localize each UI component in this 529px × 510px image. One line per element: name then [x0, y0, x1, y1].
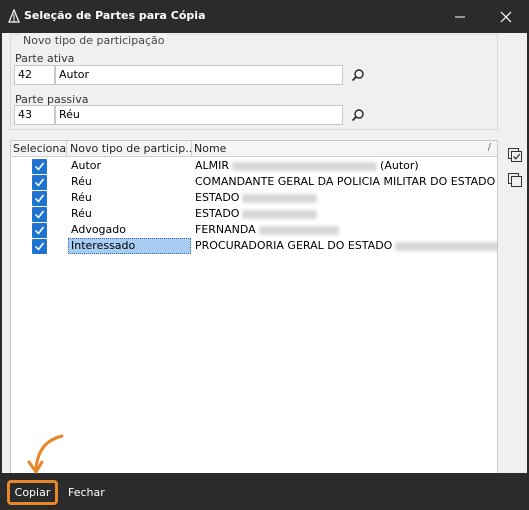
close-icon — [500, 11, 512, 22]
check-all-icon — [508, 148, 522, 162]
row-tipo-selected[interactable]: Interessado — [68, 238, 191, 254]
row-nome-cell[interactable]: PROCURADORIA GERAL DO ESTADO — [192, 238, 497, 254]
dialog-body: Novo tipo de participação Parte ativa 42… — [2, 33, 527, 475]
checkmark-icon — [34, 226, 45, 235]
row-tipo[interactable]: Réu — [68, 174, 95, 190]
row-nome: ALMIR — [195, 159, 230, 172]
bottom-toolbar: Copiar Fechar — [0, 473, 529, 510]
row-nome-suffix: (Autor) — [380, 159, 419, 172]
checkmark-icon — [34, 242, 45, 251]
minimize-icon — [455, 16, 465, 17]
column-header-nome-label: Nome — [194, 142, 227, 155]
window-title: Seleção de Partes para Cópia — [24, 9, 206, 22]
parte-passiva-name-field[interactable]: Réu — [55, 105, 343, 125]
check-all-button[interactable] — [505, 145, 525, 165]
redacted-text — [242, 193, 318, 203]
search-icon — [351, 109, 364, 122]
checkmark-icon — [34, 178, 45, 187]
row-checkbox[interactable] — [32, 191, 47, 206]
table-row[interactable]: Autor ALMIR (Autor) — [11, 158, 497, 174]
row-tipo[interactable]: Autor — [68, 158, 104, 174]
row-nome-cell[interactable]: COMANDANTE GERAL DA POLICIA MILITAR DO E… — [192, 174, 498, 190]
redacted-text — [258, 225, 339, 235]
redacted-text — [232, 161, 378, 171]
uncheck-all-icon — [508, 173, 522, 187]
row-nome: COMANDANTE GERAL DA POLICIA MILITAR DO E… — [195, 175, 498, 188]
parte-ativa-name-field[interactable]: Autor — [55, 65, 343, 85]
table-row[interactable]: Advogado FERNANDA — [11, 222, 497, 238]
parte-ativa-label: Parte ativa — [15, 52, 75, 65]
redacted-text — [242, 209, 318, 219]
minimize-button[interactable] — [437, 0, 483, 33]
row-nome-cell[interactable]: ALMIR (Autor) — [192, 158, 422, 174]
table-row[interactable]: Réu ESTADO — [11, 206, 497, 222]
close-button[interactable] — [483, 0, 529, 33]
app-logo-icon — [8, 9, 20, 23]
row-nome: ESTADO — [195, 191, 240, 204]
row-nome-cell[interactable]: ESTADO — [192, 206, 323, 222]
row-tipo[interactable]: Réu — [68, 206, 95, 222]
parte-ativa-search-button[interactable] — [348, 65, 368, 85]
title-bar: Seleção de Partes para Cópia — [0, 0, 529, 33]
row-checkbox[interactable] — [32, 223, 47, 238]
group-legend: Novo tipo de participação — [20, 34, 168, 47]
row-nome-cell[interactable]: FERNANDA — [192, 222, 345, 238]
row-tipo[interactable]: Réu — [68, 190, 95, 206]
checkmark-icon — [34, 194, 45, 203]
checkmark-icon — [34, 210, 45, 219]
sort-indicator: / — [487, 142, 491, 153]
row-nome: PROCURADORIA GERAL DO ESTADO — [195, 239, 393, 252]
search-icon — [351, 69, 364, 82]
column-header-nome[interactable]: Nome / — [192, 141, 496, 157]
parte-ativa-code-field[interactable]: 42 — [14, 65, 55, 85]
row-nome: FERNANDA — [195, 223, 256, 236]
column-header-selecionar[interactable]: Selecionar — [11, 141, 67, 157]
table-row[interactable]: Réu COMANDANTE GERAL DA POLICIA MILITAR … — [11, 174, 498, 190]
row-checkbox[interactable] — [32, 159, 47, 174]
copiar-button[interactable]: Copiar — [7, 480, 58, 505]
parties-grid[interactable]: Selecionar Novo tipo de particip... Nome… — [10, 140, 498, 475]
column-header-tipo[interactable]: Novo tipo de particip... — [68, 141, 192, 157]
uncheck-all-button[interactable] — [505, 170, 525, 190]
parte-passiva-code-field[interactable]: 43 — [14, 105, 55, 125]
fechar-button[interactable]: Fechar — [64, 480, 109, 505]
row-nome-cell[interactable]: ESTADO — [192, 190, 323, 206]
checkmark-icon — [34, 162, 45, 171]
table-row[interactable]: Réu ESTADO — [11, 190, 497, 206]
row-tipo[interactable]: Advogado — [68, 222, 129, 238]
row-nome: ESTADO — [195, 207, 240, 220]
grid-header: Selecionar Novo tipo de particip... Nome… — [11, 141, 497, 157]
redacted-text — [395, 241, 497, 251]
table-row[interactable]: Interessado PROCURADORIA GERAL DO ESTADO — [11, 238, 497, 254]
row-checkbox[interactable] — [32, 207, 47, 222]
row-checkbox[interactable] — [32, 175, 47, 190]
row-checkbox[interactable] — [32, 239, 47, 254]
parte-passiva-search-button[interactable] — [348, 105, 368, 125]
